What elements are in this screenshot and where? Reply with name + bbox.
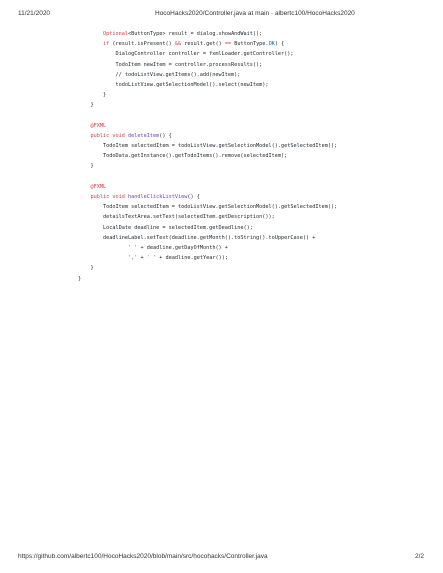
code-token: } bbox=[78, 275, 82, 282]
code-token: } bbox=[78, 265, 94, 272]
code-token: ' ' bbox=[127, 244, 138, 251]
code-token: ButtonType. bbox=[231, 41, 269, 48]
code-line: public void handleClickListView() { bbox=[78, 192, 337, 202]
code-token: ) { bbox=[274, 41, 285, 48]
code-token: TodoData.getInstance().getTodoItems().re… bbox=[78, 153, 288, 160]
code-line: deadlineLabel.setText(deadline.getMonth(… bbox=[78, 233, 337, 243]
code-line: } bbox=[78, 100, 337, 110]
code-line: TodoItem newItem = controller.processRes… bbox=[78, 60, 337, 70]
page-title: HocoHacks2020/Controller.java at main · … bbox=[155, 10, 355, 17]
code-line: detailsTextArea.setText(selectedItem.get… bbox=[78, 212, 337, 222]
code-line: } bbox=[78, 90, 337, 100]
code-line: TodoItem selectedItem = todoListView.get… bbox=[78, 202, 337, 212]
code-line: public void deleteItem() { bbox=[78, 131, 337, 141]
code-line: // todoListView.getItems().add(newItem); bbox=[78, 70, 337, 80]
code-token: // todoListView.getItems().add(newItem); bbox=[115, 71, 241, 78]
code-line: } bbox=[78, 161, 337, 171]
code-token: deadlineLabel.setText(deadline.getMonth(… bbox=[78, 234, 316, 241]
code-token: @FXML bbox=[90, 122, 107, 129]
code-token: DialogController controller = fxmlLoader… bbox=[78, 51, 294, 58]
code-token: TodoItem selectedItem = todoListView.get… bbox=[78, 204, 338, 211]
code-line: @FXML bbox=[78, 121, 337, 131]
code-line: } bbox=[78, 274, 337, 284]
code-token: Optional bbox=[103, 31, 128, 37]
code-line: Optional<ButtonType> result = dialog.sho… bbox=[78, 29, 337, 39]
code-token: } bbox=[78, 92, 107, 99]
code-token: void bbox=[112, 132, 125, 139]
code-token: + bbox=[137, 255, 147, 262]
page-url: https://github.com/albertc100/HocoHacks2… bbox=[18, 553, 268, 560]
code-line: ',' + ' ' + deadline.getYear()); bbox=[78, 253, 337, 263]
code-line: TodoData.getInstance().getTodoItems().re… bbox=[78, 151, 337, 161]
code-token: ',' bbox=[127, 255, 138, 262]
code-token: TodoItem selectedItem = todoListView.get… bbox=[78, 143, 338, 150]
code-token: + deadline.getDayOfMonth() + bbox=[137, 244, 228, 251]
code-token: () { bbox=[159, 132, 172, 139]
code-token: public bbox=[90, 132, 110, 139]
code-line: DialogController controller = fxmlLoader… bbox=[78, 49, 337, 59]
code-token: public bbox=[90, 194, 110, 200]
code-token: } bbox=[78, 102, 94, 109]
code-line: todoListView.getSelectionModel().select(… bbox=[78, 80, 337, 90]
code-token: deleteItem bbox=[128, 132, 160, 139]
code-line: } bbox=[78, 263, 337, 273]
print-date: 11/21/2020 bbox=[18, 10, 51, 17]
code-token: <ButtonType> result = dialog.showAndWait… bbox=[128, 31, 263, 37]
code-token: void bbox=[112, 194, 125, 200]
code-token: ' ' bbox=[146, 255, 157, 262]
code-token: LocalDate deadline = selectedItem.getDea… bbox=[78, 224, 253, 231]
code-token: (result.isPresent() bbox=[109, 41, 175, 48]
code-token: @FXML bbox=[90, 183, 107, 190]
code-line: TodoItem selectedItem = todoListView.get… bbox=[78, 141, 337, 151]
page-number: 2/2 bbox=[415, 553, 425, 560]
code-line: LocalDate deadline = selectedItem.getDea… bbox=[78, 223, 337, 233]
code-line: ' ' + deadline.getDayOfMonth() + bbox=[78, 243, 337, 253]
code-token: () { bbox=[187, 194, 200, 200]
code-block: Optional<ButtonType> result = dialog.sho… bbox=[78, 29, 337, 284]
code-token: TodoItem newItem = controller.processRes… bbox=[78, 61, 263, 68]
code-token: } bbox=[78, 163, 94, 170]
code-token: handleClickListView bbox=[128, 194, 188, 200]
code-token: todoListView.getSelectionModel().select(… bbox=[78, 81, 269, 88]
code-token: detailsTextArea.setText(selectedItem.get… bbox=[78, 214, 275, 221]
code-token: + deadline.getYear()); bbox=[156, 255, 228, 262]
code-line: if (result.isPresent() && result.get() =… bbox=[78, 39, 337, 49]
code-token: result.get() bbox=[181, 41, 225, 48]
code-line: @FXML bbox=[78, 182, 337, 192]
